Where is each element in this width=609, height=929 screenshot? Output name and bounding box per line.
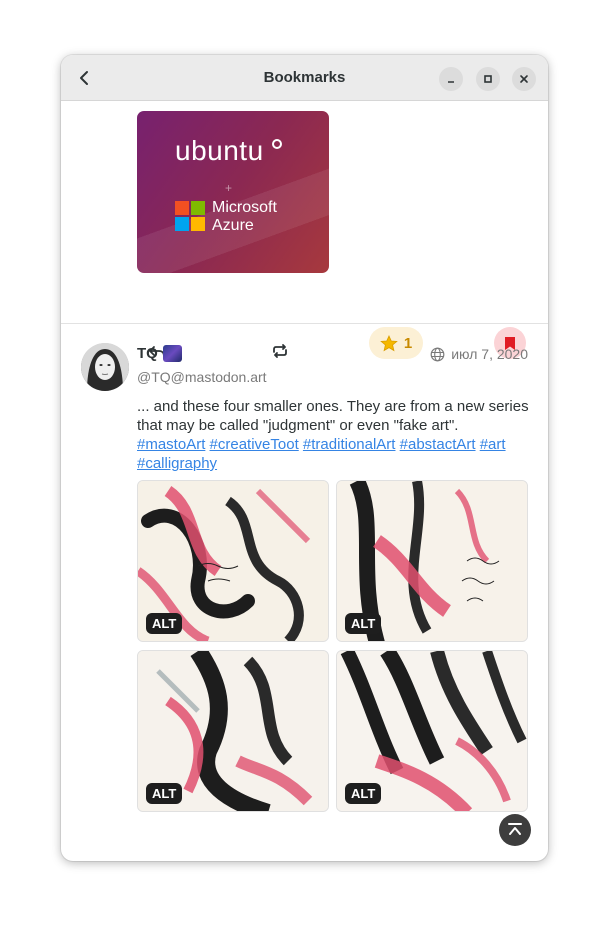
window-title: Bookmarks xyxy=(263,69,346,86)
minimize-button[interactable] xyxy=(439,67,463,91)
app-window: Bookmarks ubuntu + Microsoft Azure 1 TQ … xyxy=(61,55,548,861)
favorite-count: 1 xyxy=(403,334,413,352)
hashtag-link[interactable]: #mastoArt xyxy=(137,436,205,453)
post-media-1[interactable]: ALT xyxy=(137,480,329,642)
hashtag-link[interactable]: #traditionalArt xyxy=(303,436,396,453)
author-handle[interactable]: @TQ@mastodon.art xyxy=(137,369,267,385)
globe-icon xyxy=(430,347,445,361)
boost-icon xyxy=(273,344,287,358)
hashtag-link[interactable]: #calligraphy xyxy=(137,455,217,472)
post-media-3[interactable]: ALT xyxy=(137,650,329,812)
post-divider xyxy=(61,323,548,324)
timeline[interactable]: ubuntu + Microsoft Azure 2 xyxy=(61,101,548,861)
alt-badge[interactable]: ALT xyxy=(146,783,183,804)
hashtag-link[interactable]: #creativeToot xyxy=(210,436,299,453)
avatar[interactable] xyxy=(81,343,129,391)
author-name[interactable]: TQ xyxy=(137,345,158,362)
ubuntu-logo-icon xyxy=(272,139,282,149)
post-meta: июл 7, 2020 xyxy=(430,346,528,362)
favorite-button[interactable]: 1 xyxy=(369,327,423,359)
avatar-portrait xyxy=(81,343,129,391)
microsoft-azure-wordmark: Microsoft Azure xyxy=(212,199,277,235)
post-date[interactable]: июл 7, 2020 xyxy=(451,346,528,362)
alt-badge[interactable]: ALT xyxy=(345,613,382,634)
galaxy-emoji-icon xyxy=(163,345,182,362)
post-media-2[interactable]: ALT xyxy=(336,480,528,642)
wordmark-line-1: Microsoft xyxy=(212,199,277,216)
scroll-top-icon xyxy=(508,823,522,835)
boost-button[interactable] xyxy=(271,344,289,358)
plus-icon: + xyxy=(225,181,233,195)
post-text-body: ... and these four smaller ones. They ar… xyxy=(137,398,529,434)
maximize-icon xyxy=(484,75,492,83)
alt-badge[interactable]: ALT xyxy=(345,783,382,804)
maximize-button[interactable] xyxy=(476,67,500,91)
close-button[interactable] xyxy=(512,67,536,91)
close-icon xyxy=(520,75,528,83)
post-media-4[interactable]: ALT xyxy=(336,650,528,812)
post-media-image[interactable]: ubuntu + Microsoft Azure xyxy=(137,111,329,273)
hashtag-link[interactable]: #art xyxy=(480,436,506,453)
alt-badge[interactable]: ALT xyxy=(146,613,183,634)
wordmark-line-2: Azure xyxy=(212,217,254,234)
scroll-to-top-button[interactable] xyxy=(499,814,531,846)
header-bar: Bookmarks xyxy=(61,55,548,101)
hashtag-link[interactable]: #abstactArt xyxy=(400,436,476,453)
ubuntu-wordmark: ubuntu xyxy=(175,135,264,166)
minimize-icon xyxy=(448,81,454,83)
post-content: ... and these four smaller ones. They ar… xyxy=(137,397,529,473)
microsoft-logo-icon xyxy=(175,201,206,232)
star-filled-icon xyxy=(380,334,398,351)
